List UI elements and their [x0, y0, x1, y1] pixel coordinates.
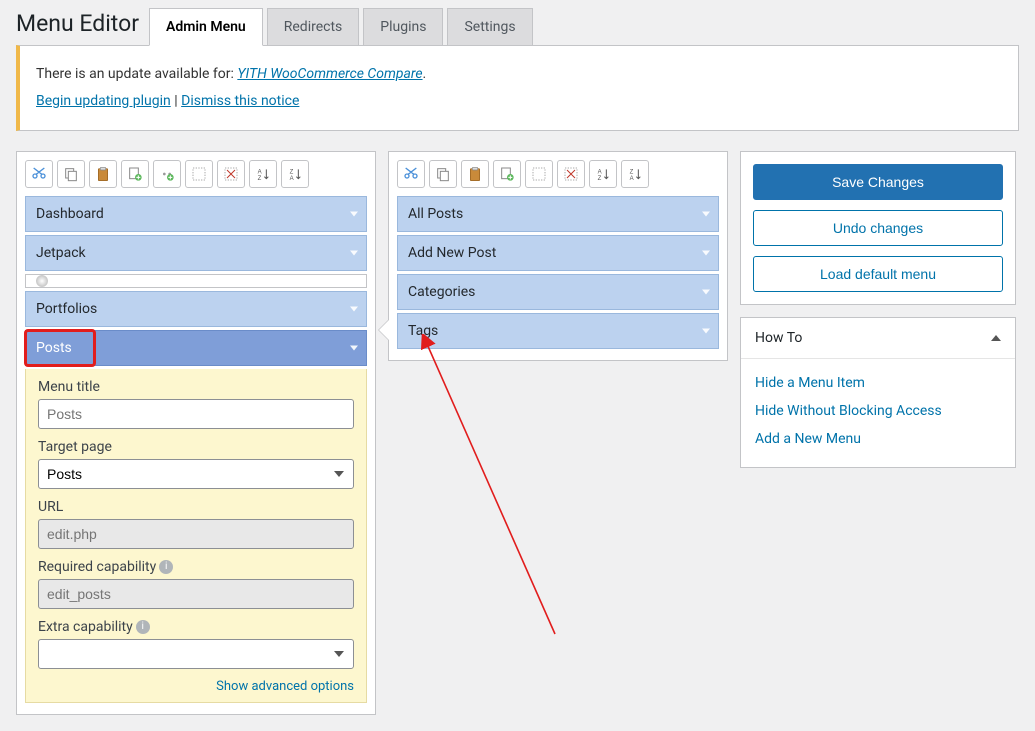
- url-label: URL: [38, 499, 354, 515]
- delete-button[interactable]: [217, 160, 245, 188]
- save-changes-button[interactable]: Save Changes: [753, 164, 1003, 200]
- submenu-column: AZ ZA All Posts Add New Post Categories …: [388, 151, 728, 361]
- menu-title-label: Menu title: [38, 379, 354, 395]
- submenu-item[interactable]: Add New Post: [397, 235, 719, 271]
- chevron-down-icon: [702, 329, 710, 334]
- extra-cap-label: Extra capabilityi: [38, 619, 354, 635]
- item-editor-panel: Menu title Target page Posts URL Require…: [25, 369, 367, 703]
- menu-title-input[interactable]: [38, 399, 354, 429]
- notice-plugin-link[interactable]: YITH WooCommerce Compare: [237, 66, 422, 82]
- action-buttons-box: Save Changes Undo changes Load default m…: [740, 151, 1016, 305]
- chevron-down-icon: [702, 290, 710, 295]
- submenu-item-label: All Posts: [408, 206, 463, 222]
- menu-item-posts[interactable]: Posts: [25, 330, 367, 366]
- chevron-down-icon: [350, 251, 358, 256]
- svg-text:Z: Z: [258, 176, 262, 182]
- menu-item-label: Portfolios: [36, 301, 97, 317]
- notice-text-suffix: .: [423, 66, 427, 82]
- paste-button[interactable]: [461, 160, 489, 188]
- info-icon[interactable]: i: [159, 560, 173, 574]
- howto-link[interactable]: Add a New Menu: [755, 425, 1001, 453]
- begin-update-link[interactable]: Begin updating plugin: [36, 93, 171, 109]
- menu-item-jetpack[interactable]: Jetpack: [25, 235, 367, 271]
- tab-settings[interactable]: Settings: [447, 8, 532, 45]
- tab-admin-menu[interactable]: Admin Menu: [149, 8, 263, 46]
- cut-button[interactable]: [25, 160, 53, 188]
- new-item-button[interactable]: [121, 160, 149, 188]
- chevron-down-icon: [702, 212, 710, 217]
- tabs-nav: Admin Menu Redirects Plugins Settings: [149, 8, 537, 45]
- menu-item-label: Dashboard: [36, 206, 104, 222]
- copy-button[interactable]: [429, 160, 457, 188]
- svg-text:A: A: [258, 169, 262, 175]
- howto-title: How To: [755, 330, 802, 346]
- chevron-down-icon: [702, 251, 710, 256]
- sort-asc-button[interactable]: AZ: [249, 160, 277, 188]
- submenu-item-label: Add New Post: [408, 245, 496, 261]
- target-page-select[interactable]: Posts: [38, 459, 354, 489]
- annotation-arrow: [417, 334, 577, 644]
- svg-text:A: A: [290, 176, 294, 182]
- svg-text:A: A: [598, 169, 602, 175]
- sort-desc-button[interactable]: ZA: [621, 160, 649, 188]
- menu-item-portfolios[interactable]: Portfolios: [25, 291, 367, 327]
- menu-separator[interactable]: [25, 274, 367, 288]
- sort-desc-button[interactable]: ZA: [281, 160, 309, 188]
- chevron-down-icon: [350, 212, 358, 217]
- extra-cap-select[interactable]: [38, 639, 354, 669]
- svg-text:Z: Z: [290, 169, 294, 175]
- chevron-down-icon: [350, 346, 358, 351]
- howto-header[interactable]: How To: [741, 318, 1015, 359]
- delete-button[interactable]: [557, 160, 585, 188]
- menu-item-label: Posts: [36, 340, 72, 356]
- submenu-item[interactable]: Categories: [397, 274, 719, 310]
- undo-changes-button[interactable]: Undo changes: [753, 210, 1003, 246]
- menu-item-dashboard[interactable]: Dashboard: [25, 196, 367, 232]
- required-cap-input[interactable]: [38, 579, 354, 609]
- collapse-icon: [991, 335, 1001, 341]
- page-title: Menu Editor: [16, 10, 149, 45]
- howto-box: How To Hide a Menu Item Hide Without Blo…: [740, 317, 1016, 468]
- svg-text:A: A: [630, 176, 634, 182]
- show-advanced-link[interactable]: Show advanced options: [216, 679, 354, 694]
- svg-text:Z: Z: [630, 169, 634, 175]
- left-toolbar: AZ ZA: [25, 160, 367, 188]
- chevron-down-icon: [350, 307, 358, 312]
- required-cap-label: Required capabilityi: [38, 559, 354, 575]
- new-separator-button[interactable]: [153, 160, 181, 188]
- cut-button[interactable]: [397, 160, 425, 188]
- tab-plugins[interactable]: Plugins: [363, 8, 443, 45]
- notice-separator: |: [171, 93, 181, 109]
- copy-button[interactable]: [57, 160, 85, 188]
- info-icon[interactable]: i: [136, 620, 150, 634]
- show-hide-button[interactable]: [185, 160, 213, 188]
- tab-redirects[interactable]: Redirects: [267, 8, 360, 45]
- url-input[interactable]: [38, 519, 354, 549]
- pointer-tail: [379, 320, 389, 340]
- submenu-item[interactable]: All Posts: [397, 196, 719, 232]
- mid-toolbar: AZ ZA: [397, 160, 719, 188]
- new-item-button[interactable]: [493, 160, 521, 188]
- paste-button[interactable]: [89, 160, 117, 188]
- update-notice: There is an update available for: YITH W…: [16, 45, 1019, 131]
- menu-item-label: Jetpack: [36, 245, 86, 261]
- show-hide-button[interactable]: [525, 160, 553, 188]
- submenu-item-label: Categories: [408, 284, 475, 300]
- load-default-button[interactable]: Load default menu: [753, 256, 1003, 292]
- howto-link[interactable]: Hide Without Blocking Access: [755, 397, 1001, 425]
- submenu-item[interactable]: Tags: [397, 313, 719, 349]
- sort-asc-button[interactable]: AZ: [589, 160, 617, 188]
- submenu-item-label: Tags: [408, 323, 438, 339]
- notice-text-prefix: There is an update available for:: [36, 66, 237, 82]
- main-menu-column: AZ ZA Dashboard Jetpack Portfolios Posts…: [16, 151, 376, 715]
- svg-text:Z: Z: [598, 176, 602, 182]
- dismiss-notice-link[interactable]: Dismiss this notice: [181, 93, 299, 109]
- target-page-label: Target page: [38, 439, 354, 455]
- actions-column: Save Changes Undo changes Load default m…: [740, 151, 1016, 468]
- howto-link[interactable]: Hide a Menu Item: [755, 369, 1001, 397]
